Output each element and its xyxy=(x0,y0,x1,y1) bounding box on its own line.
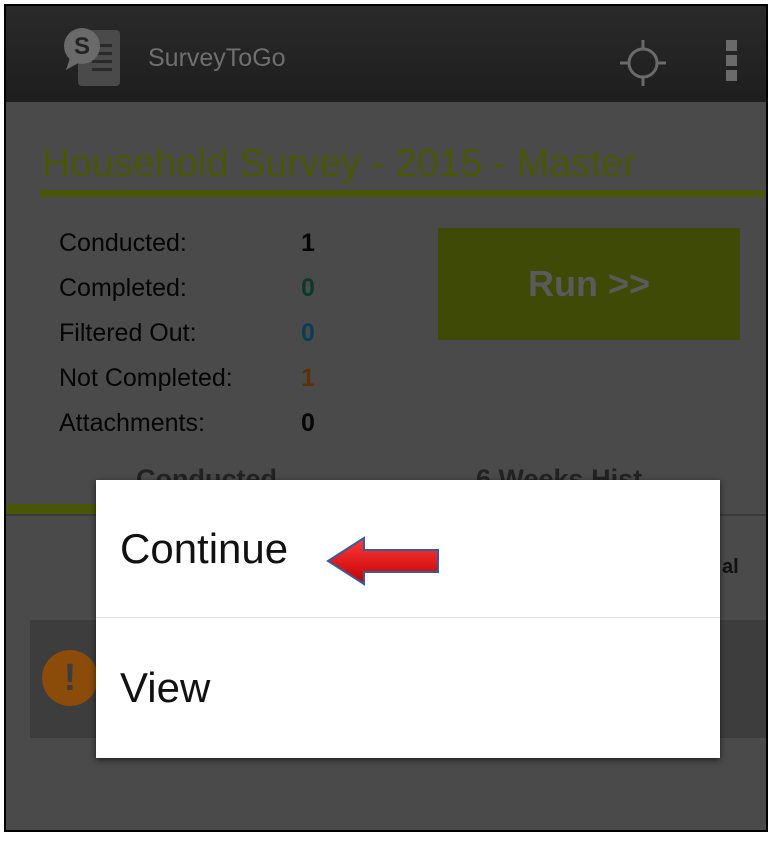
survey-title: Household Survey - 2015 - Master xyxy=(42,142,636,185)
menu-item-view[interactable]: View xyxy=(96,619,720,757)
stat-value: 0 xyxy=(301,274,315,302)
stat-label: Attachments: xyxy=(59,409,205,437)
context-menu: Continue View xyxy=(96,480,720,758)
overflow-menu-icon[interactable] xyxy=(726,40,740,82)
stat-value: 0 xyxy=(301,409,315,437)
stat-value: 1 xyxy=(301,364,315,392)
stat-label: Completed: xyxy=(59,274,187,302)
app-screen: S SurveyToGo Household Survey - 2015 - M… xyxy=(4,4,768,832)
stat-label: Not Completed: xyxy=(59,364,233,392)
annotation-arrow-icon xyxy=(326,536,439,586)
run-button[interactable]: Run >> xyxy=(438,228,740,340)
action-bar: S SurveyToGo xyxy=(6,6,766,102)
surveytogo-logo-icon: S xyxy=(64,28,120,86)
stat-value: 1 xyxy=(301,229,315,257)
stat-label: Conducted: xyxy=(59,229,187,257)
app-title: SurveyToGo xyxy=(148,44,286,72)
crosshair-icon[interactable] xyxy=(620,40,666,86)
logo-letter: S xyxy=(74,33,90,60)
stat-value: 0 xyxy=(301,319,315,347)
warning-icon: ! xyxy=(42,650,98,706)
title-divider xyxy=(40,190,766,197)
stat-label: Filtered Out: xyxy=(59,319,197,347)
column-label-partial: al xyxy=(722,556,739,578)
